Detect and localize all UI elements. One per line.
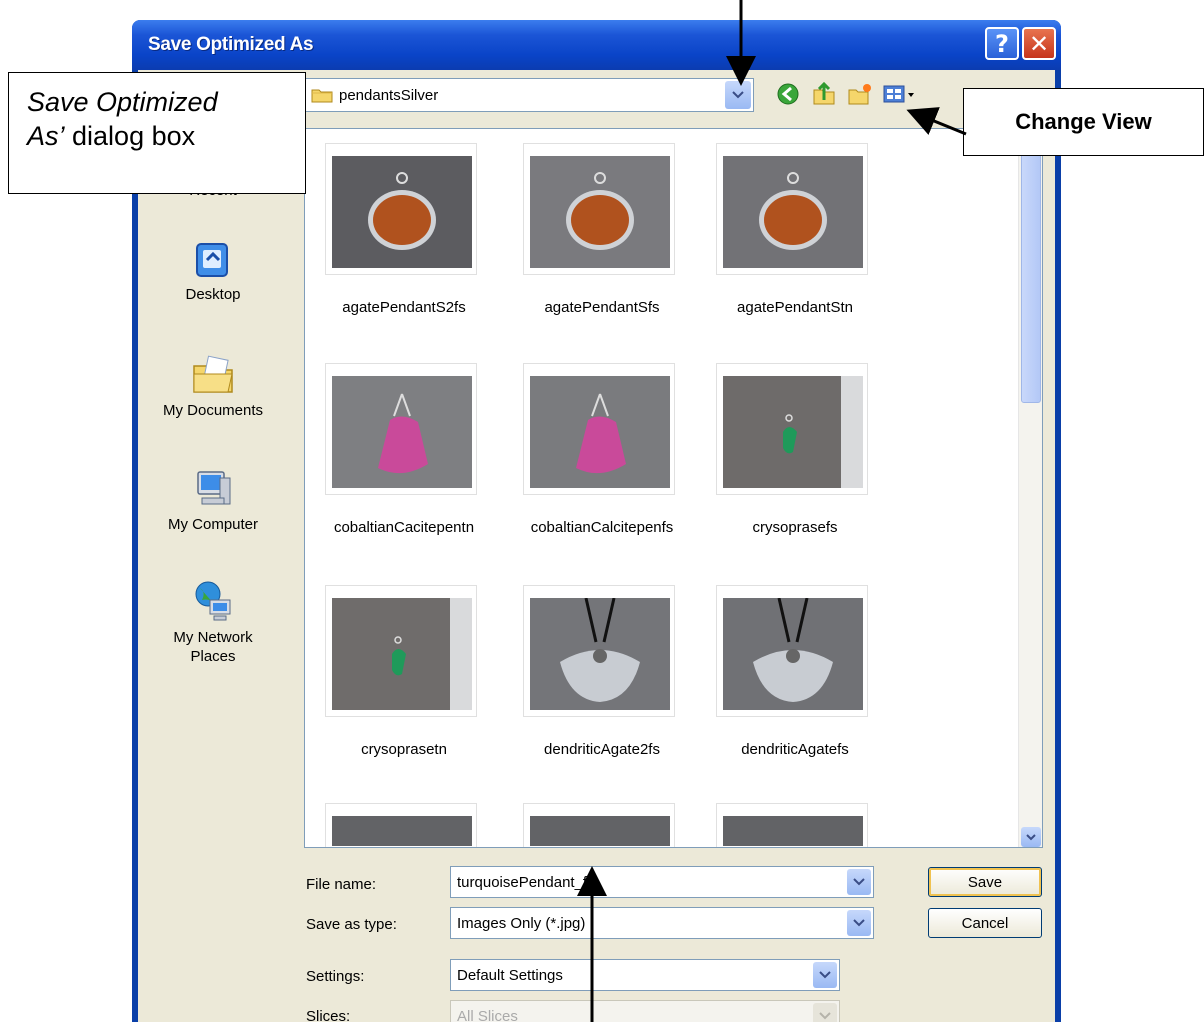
place-my-network-places[interactable]: My Network Places [138, 578, 288, 666]
file-name-field[interactable]: turquoisePendant_fs [450, 866, 874, 898]
current-folder-label: pendantsSilver [339, 86, 439, 104]
look-in-dropdown[interactable]: pendantsSilver [304, 78, 754, 112]
thumbnail-frame [325, 585, 477, 717]
close-button[interactable]: ✕ [1022, 27, 1056, 60]
place-label: Desktop [185, 286, 241, 303]
cancel-button[interactable]: Cancel [928, 908, 1042, 938]
callout-line1: Save Optimized [27, 87, 218, 117]
chevron-down-icon[interactable] [847, 869, 871, 895]
thumbnail-frame [523, 143, 675, 275]
dialog-callout: Save Optimized As’ dialog box [8, 72, 306, 194]
views-menu-icon[interactable] [882, 80, 918, 108]
file-list-view[interactable]: agatePendantS2fs agatePendantSfs agatePend… [304, 128, 1043, 848]
file-name-caption: cobaltianCacitepentn [333, 519, 475, 536]
file-name-caption: cobaltianCalcitepenfs [530, 519, 674, 536]
chevron-down-icon[interactable] [813, 962, 837, 988]
pendant-image [332, 598, 472, 710]
folder-icon [311, 89, 333, 103]
dialog-title: Save Optimized As [148, 34, 314, 55]
save-as-type-label: Save as type: [306, 916, 397, 933]
pendant-image [332, 816, 472, 846]
place-my-documents[interactable]: My Documents [138, 352, 288, 419]
file-thumbnail-partial[interactable] [319, 803, 489, 847]
thumbnail-frame [523, 585, 675, 717]
places-bar: Recent Desktop My Documents [138, 130, 288, 770]
file-thumbnail-partial[interactable] [517, 803, 687, 847]
settings-label: Settings: [306, 968, 365, 985]
thumbnail-frame [523, 803, 675, 847]
pendant-image [723, 598, 863, 710]
place-my-computer[interactable]: My Computer [138, 466, 288, 533]
chevron-down-icon[interactable] [725, 81, 751, 109]
file-name-caption: crysoprasetn [361, 741, 447, 758]
file-thumbnail[interactable]: agatePendantSfs [517, 143, 687, 343]
file-thumbnail-partial[interactable] [710, 803, 880, 847]
callout-line2b: dialog box [64, 121, 196, 151]
thumbnail-frame [716, 585, 868, 717]
file-thumbnail[interactable]: crysoprasefs [710, 363, 880, 563]
pendant-image [332, 156, 472, 268]
thumbnail-frame [716, 363, 868, 495]
thumbnail-frame [325, 143, 477, 275]
network-places-icon [195, 581, 231, 621]
settings-dropdown[interactable]: Default Settings [450, 959, 840, 991]
file-thumbnail[interactable]: crysoprasetn [319, 585, 489, 785]
pendant-image [332, 376, 472, 488]
thumbnail-frame [325, 803, 477, 847]
place-label: My Network Places [173, 629, 253, 665]
file-name-value: turquoisePendant_fs [457, 873, 595, 891]
save-as-type-value: Images Only (*.jpg) [457, 914, 586, 932]
my-computer-icon [197, 471, 231, 505]
save-as-type-dropdown[interactable]: Images Only (*.jpg) [450, 907, 874, 939]
file-thumbnail[interactable]: agatePendantS2fs [319, 143, 489, 343]
desktop-icon [196, 243, 228, 277]
thumbnail-frame [523, 363, 675, 495]
file-thumbnail[interactable]: dendriticAgate2fs [517, 585, 687, 785]
file-name-caption: crysoprasefs [752, 519, 838, 536]
file-thumbnail[interactable]: dendriticAgatefs [710, 585, 880, 785]
file-name-caption: dendriticAgatefs [741, 741, 849, 758]
title-bar[interactable]: Save Optimized As ? ✕ [132, 20, 1061, 70]
file-name-caption: agatePendantStn [737, 299, 853, 316]
place-desktop[interactable]: Desktop [138, 238, 288, 303]
my-documents-icon [193, 355, 233, 393]
save-button[interactable]: Save [928, 867, 1042, 897]
pendant-image [530, 598, 670, 710]
scrollbar-thumb[interactable] [1021, 151, 1041, 403]
change-view-callout: Change View [963, 88, 1204, 156]
thumbnail-grid: agatePendantS2fs agatePendantSfs agatePend… [305, 129, 1015, 847]
slices-value: All Slices [457, 1007, 518, 1022]
file-thumbnail[interactable]: agatePendantStn [710, 143, 880, 343]
pendant-image [530, 816, 670, 846]
pendant-image [723, 156, 863, 268]
file-name-caption: dendriticAgate2fs [544, 741, 660, 758]
thumbnail-frame [325, 363, 477, 495]
help-button[interactable]: ? [985, 27, 1019, 60]
chevron-down-icon [813, 1003, 837, 1022]
place-label: My Computer [167, 516, 259, 533]
slices-label: Slices: [306, 1008, 351, 1022]
slices-dropdown: All Slices [450, 1000, 840, 1022]
pendant-image [530, 376, 670, 488]
file-thumbnail[interactable]: cobaltianCalcitepenfs [517, 363, 687, 563]
pendant-image [530, 156, 670, 268]
dialog-body: pendantsSilver Recent [138, 70, 1055, 1022]
pendant-image [723, 816, 863, 846]
pendant-image [723, 376, 863, 488]
file-name-caption: agatePendantS2fs [342, 299, 466, 316]
new-folder-icon[interactable] [846, 80, 874, 108]
thumbnail-frame [716, 803, 868, 847]
thumbnail-frame [716, 143, 868, 275]
settings-value: Default Settings [457, 966, 563, 984]
back-icon[interactable] [774, 80, 802, 108]
chevron-down-icon[interactable] [847, 910, 871, 936]
scroll-down-icon[interactable] [1021, 827, 1041, 847]
file-name-label: File name: [306, 876, 377, 893]
up-folder-icon[interactable] [810, 80, 838, 108]
callout-line2a: As’ [27, 121, 65, 151]
file-name-caption: agatePendantSfs [544, 299, 660, 316]
vertical-scrollbar[interactable] [1018, 129, 1042, 847]
place-label: My Documents [162, 402, 264, 419]
file-thumbnail[interactable]: cobaltianCacitepentn [319, 363, 489, 563]
